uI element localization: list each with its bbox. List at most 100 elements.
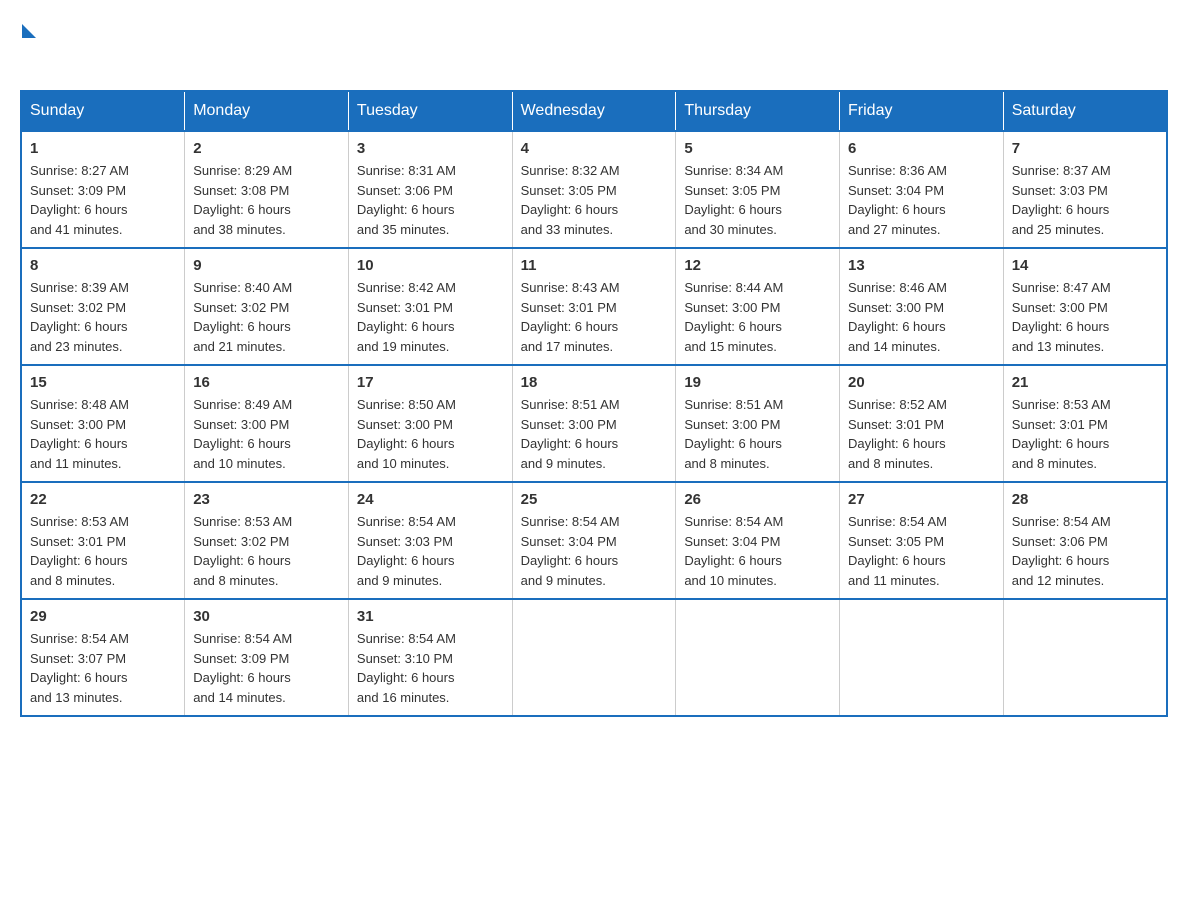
calendar-cell <box>676 599 840 716</box>
day-number: 12 <box>684 257 831 274</box>
day-info: Sunrise: 8:42 AMSunset: 3:01 PMDaylight:… <box>357 278 504 356</box>
day-number: 23 <box>193 491 340 508</box>
header-day-sunday: Sunday <box>21 91 185 131</box>
calendar-cell: 15 Sunrise: 8:48 AMSunset: 3:00 PMDaylig… <box>21 365 185 482</box>
calendar-cell: 8 Sunrise: 8:39 AMSunset: 3:02 PMDayligh… <box>21 248 185 365</box>
logo <box>20 20 36 70</box>
logo-arrow-icon <box>22 24 36 38</box>
day-info: Sunrise: 8:53 AMSunset: 3:01 PMDaylight:… <box>30 512 176 590</box>
day-number: 31 <box>357 608 504 625</box>
calendar-cell: 7 Sunrise: 8:37 AMSunset: 3:03 PMDayligh… <box>1003 131 1167 248</box>
day-info: Sunrise: 8:46 AMSunset: 3:00 PMDaylight:… <box>848 278 995 356</box>
week-row-4: 22 Sunrise: 8:53 AMSunset: 3:01 PMDaylig… <box>21 482 1167 599</box>
day-number: 3 <box>357 140 504 157</box>
day-info: Sunrise: 8:54 AMSunset: 3:03 PMDaylight:… <box>357 512 504 590</box>
day-number: 6 <box>848 140 995 157</box>
day-number: 28 <box>1012 491 1158 508</box>
calendar-cell <box>1003 599 1167 716</box>
day-info: Sunrise: 8:54 AMSunset: 3:09 PMDaylight:… <box>193 629 340 707</box>
day-number: 19 <box>684 374 831 391</box>
calendar-header: SundayMondayTuesdayWednesdayThursdayFrid… <box>21 91 1167 131</box>
day-info: Sunrise: 8:34 AMSunset: 3:05 PMDaylight:… <box>684 161 831 239</box>
day-number: 24 <box>357 491 504 508</box>
calendar-cell: 22 Sunrise: 8:53 AMSunset: 3:01 PMDaylig… <box>21 482 185 599</box>
day-info: Sunrise: 8:53 AMSunset: 3:02 PMDaylight:… <box>193 512 340 590</box>
day-info: Sunrise: 8:51 AMSunset: 3:00 PMDaylight:… <box>521 395 668 473</box>
day-info: Sunrise: 8:39 AMSunset: 3:02 PMDaylight:… <box>30 278 176 356</box>
calendar-cell: 9 Sunrise: 8:40 AMSunset: 3:02 PMDayligh… <box>185 248 349 365</box>
day-info: Sunrise: 8:47 AMSunset: 3:00 PMDaylight:… <box>1012 278 1158 356</box>
calendar-cell: 4 Sunrise: 8:32 AMSunset: 3:05 PMDayligh… <box>512 131 676 248</box>
day-number: 17 <box>357 374 504 391</box>
day-info: Sunrise: 8:29 AMSunset: 3:08 PMDaylight:… <box>193 161 340 239</box>
week-row-5: 29 Sunrise: 8:54 AMSunset: 3:07 PMDaylig… <box>21 599 1167 716</box>
header-day-thursday: Thursday <box>676 91 840 131</box>
header-day-wednesday: Wednesday <box>512 91 676 131</box>
calendar-cell: 5 Sunrise: 8:34 AMSunset: 3:05 PMDayligh… <box>676 131 840 248</box>
calendar-cell: 20 Sunrise: 8:52 AMSunset: 3:01 PMDaylig… <box>840 365 1004 482</box>
calendar-cell: 18 Sunrise: 8:51 AMSunset: 3:00 PMDaylig… <box>512 365 676 482</box>
day-info: Sunrise: 8:51 AMSunset: 3:00 PMDaylight:… <box>684 395 831 473</box>
calendar-cell: 19 Sunrise: 8:51 AMSunset: 3:00 PMDaylig… <box>676 365 840 482</box>
calendar-cell: 29 Sunrise: 8:54 AMSunset: 3:07 PMDaylig… <box>21 599 185 716</box>
calendar-cell: 26 Sunrise: 8:54 AMSunset: 3:04 PMDaylig… <box>676 482 840 599</box>
calendar-cell: 31 Sunrise: 8:54 AMSunset: 3:10 PMDaylig… <box>348 599 512 716</box>
day-info: Sunrise: 8:36 AMSunset: 3:04 PMDaylight:… <box>848 161 995 239</box>
calendar-cell: 10 Sunrise: 8:42 AMSunset: 3:01 PMDaylig… <box>348 248 512 365</box>
day-number: 25 <box>521 491 668 508</box>
day-number: 20 <box>848 374 995 391</box>
calendar-cell: 2 Sunrise: 8:29 AMSunset: 3:08 PMDayligh… <box>185 131 349 248</box>
day-number: 26 <box>684 491 831 508</box>
calendar-cell: 17 Sunrise: 8:50 AMSunset: 3:00 PMDaylig… <box>348 365 512 482</box>
day-info: Sunrise: 8:49 AMSunset: 3:00 PMDaylight:… <box>193 395 340 473</box>
day-info: Sunrise: 8:37 AMSunset: 3:03 PMDaylight:… <box>1012 161 1158 239</box>
day-number: 30 <box>193 608 340 625</box>
calendar-cell: 30 Sunrise: 8:54 AMSunset: 3:09 PMDaylig… <box>185 599 349 716</box>
day-info: Sunrise: 8:48 AMSunset: 3:00 PMDaylight:… <box>30 395 176 473</box>
calendar-table: SundayMondayTuesdayWednesdayThursdayFrid… <box>20 90 1168 717</box>
calendar-cell: 21 Sunrise: 8:53 AMSunset: 3:01 PMDaylig… <box>1003 365 1167 482</box>
day-number: 14 <box>1012 257 1158 274</box>
calendar-cell <box>512 599 676 716</box>
day-number: 7 <box>1012 140 1158 157</box>
calendar-body: 1 Sunrise: 8:27 AMSunset: 3:09 PMDayligh… <box>21 131 1167 716</box>
day-info: Sunrise: 8:31 AMSunset: 3:06 PMDaylight:… <box>357 161 504 239</box>
day-info: Sunrise: 8:54 AMSunset: 3:05 PMDaylight:… <box>848 512 995 590</box>
day-info: Sunrise: 8:54 AMSunset: 3:06 PMDaylight:… <box>1012 512 1158 590</box>
calendar-cell: 3 Sunrise: 8:31 AMSunset: 3:06 PMDayligh… <box>348 131 512 248</box>
day-info: Sunrise: 8:54 AMSunset: 3:10 PMDaylight:… <box>357 629 504 707</box>
calendar-cell: 11 Sunrise: 8:43 AMSunset: 3:01 PMDaylig… <box>512 248 676 365</box>
calendar-cell: 1 Sunrise: 8:27 AMSunset: 3:09 PMDayligh… <box>21 131 185 248</box>
calendar-cell <box>840 599 1004 716</box>
day-number: 10 <box>357 257 504 274</box>
day-number: 13 <box>848 257 995 274</box>
day-info: Sunrise: 8:44 AMSunset: 3:00 PMDaylight:… <box>684 278 831 356</box>
day-number: 27 <box>848 491 995 508</box>
header-day-saturday: Saturday <box>1003 91 1167 131</box>
calendar-cell: 24 Sunrise: 8:54 AMSunset: 3:03 PMDaylig… <box>348 482 512 599</box>
day-number: 21 <box>1012 374 1158 391</box>
calendar-cell: 12 Sunrise: 8:44 AMSunset: 3:00 PMDaylig… <box>676 248 840 365</box>
day-number: 2 <box>193 140 340 157</box>
day-info: Sunrise: 8:54 AMSunset: 3:04 PMDaylight:… <box>684 512 831 590</box>
day-number: 15 <box>30 374 176 391</box>
calendar-cell: 6 Sunrise: 8:36 AMSunset: 3:04 PMDayligh… <box>840 131 1004 248</box>
day-number: 11 <box>521 257 668 274</box>
calendar-cell: 16 Sunrise: 8:49 AMSunset: 3:00 PMDaylig… <box>185 365 349 482</box>
week-row-1: 1 Sunrise: 8:27 AMSunset: 3:09 PMDayligh… <box>21 131 1167 248</box>
day-info: Sunrise: 8:52 AMSunset: 3:01 PMDaylight:… <box>848 395 995 473</box>
day-info: Sunrise: 8:53 AMSunset: 3:01 PMDaylight:… <box>1012 395 1158 473</box>
calendar-cell: 28 Sunrise: 8:54 AMSunset: 3:06 PMDaylig… <box>1003 482 1167 599</box>
calendar-cell: 23 Sunrise: 8:53 AMSunset: 3:02 PMDaylig… <box>185 482 349 599</box>
day-number: 16 <box>193 374 340 391</box>
day-info: Sunrise: 8:54 AMSunset: 3:04 PMDaylight:… <box>521 512 668 590</box>
day-number: 22 <box>30 491 176 508</box>
header-row: SundayMondayTuesdayWednesdayThursdayFrid… <box>21 91 1167 131</box>
day-info: Sunrise: 8:43 AMSunset: 3:01 PMDaylight:… <box>521 278 668 356</box>
week-row-2: 8 Sunrise: 8:39 AMSunset: 3:02 PMDayligh… <box>21 248 1167 365</box>
header-day-tuesday: Tuesday <box>348 91 512 131</box>
day-info: Sunrise: 8:50 AMSunset: 3:00 PMDaylight:… <box>357 395 504 473</box>
day-info: Sunrise: 8:54 AMSunset: 3:07 PMDaylight:… <box>30 629 176 707</box>
calendar-cell: 27 Sunrise: 8:54 AMSunset: 3:05 PMDaylig… <box>840 482 1004 599</box>
header-day-friday: Friday <box>840 91 1004 131</box>
